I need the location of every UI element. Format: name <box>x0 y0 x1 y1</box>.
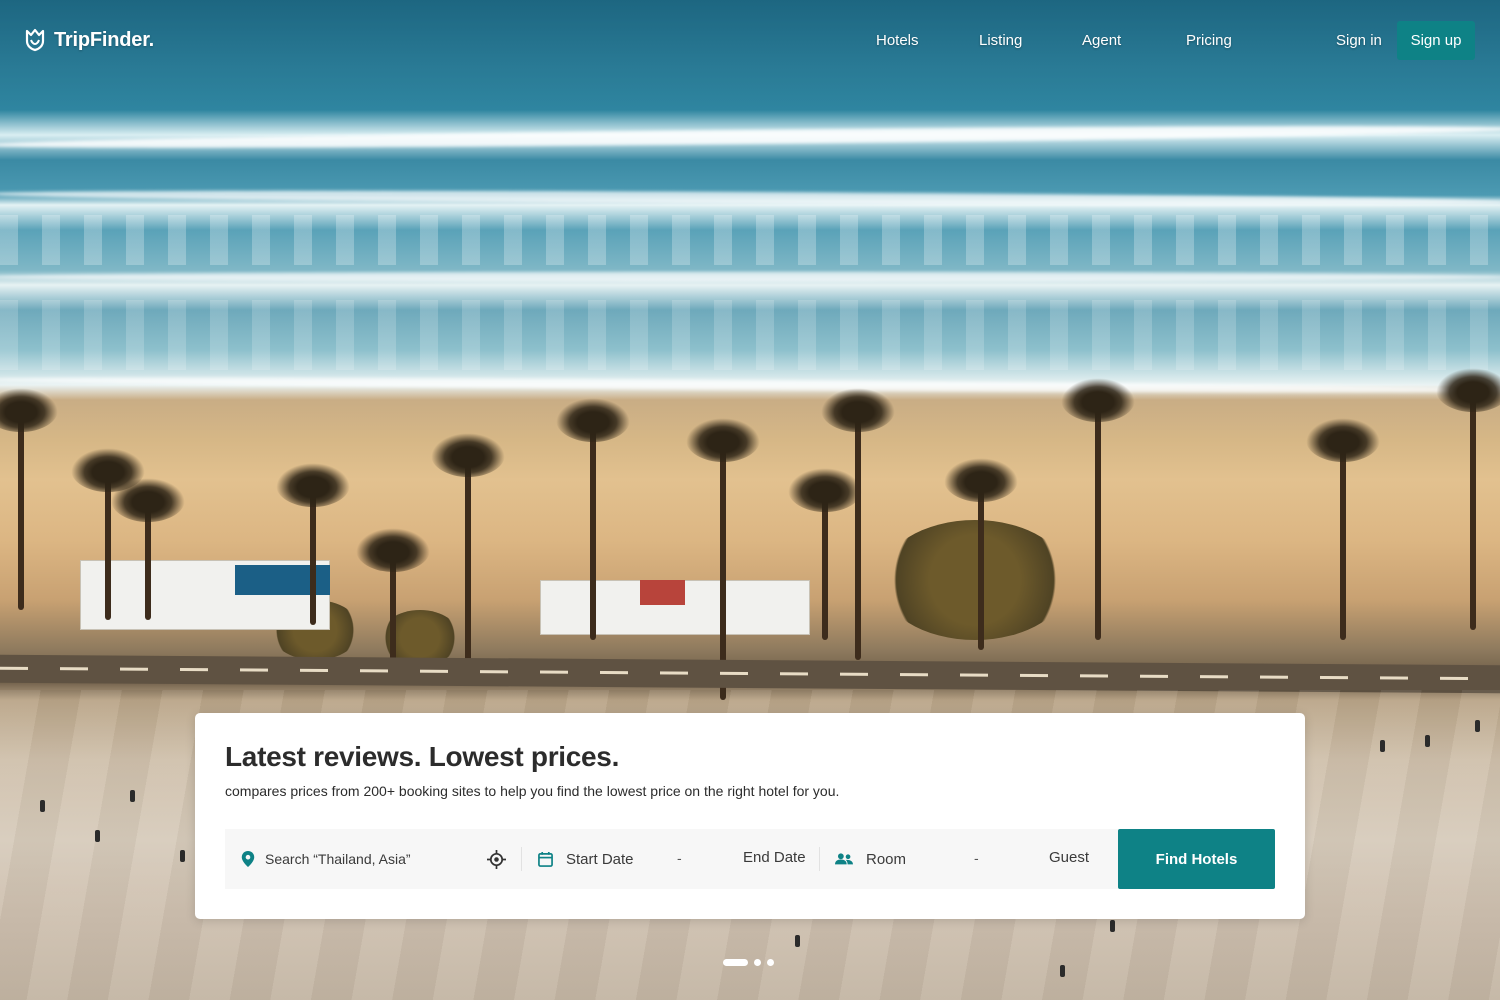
find-hotels-button[interactable]: Find Hotels <box>1118 829 1275 889</box>
crosshair-icon[interactable] <box>487 850 506 869</box>
top-navbar: TripFinder. Hotels Listing Agent Pricing… <box>0 0 1500 82</box>
location-field[interactable]: Search “Thailand, Asia” <box>241 829 511 889</box>
brand-name: TripFinder. <box>54 28 155 51</box>
sign-up-button[interactable]: Sign up <box>1397 21 1475 60</box>
search-bar: Search “Thailand, Asia” Start Date - End… <box>225 829 1118 889</box>
users-icon <box>835 853 853 865</box>
calendar-icon <box>538 851 553 867</box>
nav-link-pricing[interactable]: Pricing <box>1186 32 1232 49</box>
nav-link-agent[interactable]: Agent <box>1082 32 1121 49</box>
nav-link-listing[interactable]: Listing <box>979 32 1022 49</box>
date-separator: - <box>677 850 682 866</box>
guest-selector[interactable]: Guest <box>1049 849 1089 866</box>
slider-dot-1[interactable] <box>723 959 748 966</box>
map-pin-icon <box>241 851 255 867</box>
start-date-input[interactable]: Start Date <box>566 851 634 868</box>
brand-logo[interactable]: TripFinder. <box>24 28 154 52</box>
slider-dot-2[interactable] <box>754 959 761 966</box>
room-selector[interactable]: Room <box>866 851 906 868</box>
guest-separator: - <box>974 850 979 866</box>
nav-link-hotels[interactable]: Hotels <box>876 32 919 49</box>
tulip-shield-icon <box>25 28 45 52</box>
field-divider <box>819 847 820 871</box>
field-divider <box>521 847 522 871</box>
hero-title: Latest reviews. Lowest prices. <box>225 741 620 772</box>
hero-subtitle: compares prices from 200+ booking sites … <box>225 783 840 799</box>
search-card: Latest reviews. Lowest prices. compares … <box>195 713 1305 919</box>
sign-in-link[interactable]: Sign in <box>1336 32 1382 49</box>
slider-dot-3[interactable] <box>767 959 774 966</box>
end-date-input[interactable]: End Date <box>743 849 806 866</box>
location-input[interactable]: Search “Thailand, Asia” <box>265 851 411 867</box>
slider-pagination <box>723 959 774 966</box>
